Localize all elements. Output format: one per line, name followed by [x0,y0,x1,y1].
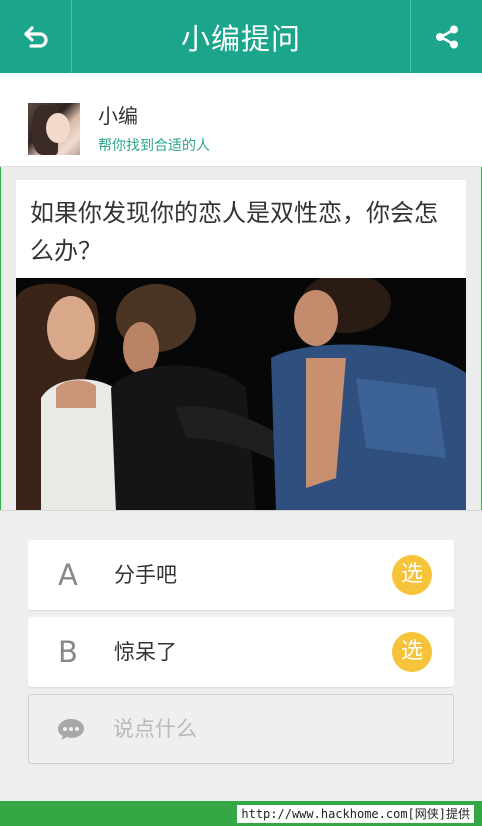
option-b[interactable]: B 惊呆了 选 [28,617,454,687]
answer-panel: A 分手吧 选 B 惊呆了 选 说点什么 [0,510,482,801]
question-text: 如果你发现你的恋人是双性恋，你会怎么办？ [30,199,438,265]
author-name: 小编 [98,104,138,128]
select-button[interactable]: 选 [392,632,432,672]
back-arrow-icon [23,25,48,48]
option-letter: B [58,635,78,669]
select-button[interactable]: 选 [392,555,432,595]
author-subtitle: 帮你找到合适的人 [98,138,210,154]
option-text: 分手吧 [114,563,177,587]
question-image[interactable] [16,278,466,512]
share-button[interactable] [410,0,482,73]
option-text: 惊呆了 [114,640,177,664]
avatar[interactable] [28,103,80,155]
watermark-text: http://www.hackhome.com[网侠]提供 [237,804,474,823]
app-header: 小编提问 [0,0,482,73]
share-icon [435,25,458,48]
question-card: 如果你发现你的恋人是双性恋，你会怎么办？ [16,180,466,512]
option-letter: A [58,558,78,592]
comment-input[interactable]: 说点什么 [28,694,454,764]
footer-bar: http://www.hackhome.com[网侠]提供 [0,801,482,826]
comment-placeholder: 说点什么 [113,717,197,741]
author-section: 小编 帮你找到合适的人 [0,73,482,167]
back-button[interactable] [0,0,72,73]
page-title: 小编提问 [180,21,301,56]
option-a[interactable]: A 分手吧 选 [28,540,454,610]
chat-bubble-icon [58,719,84,740]
